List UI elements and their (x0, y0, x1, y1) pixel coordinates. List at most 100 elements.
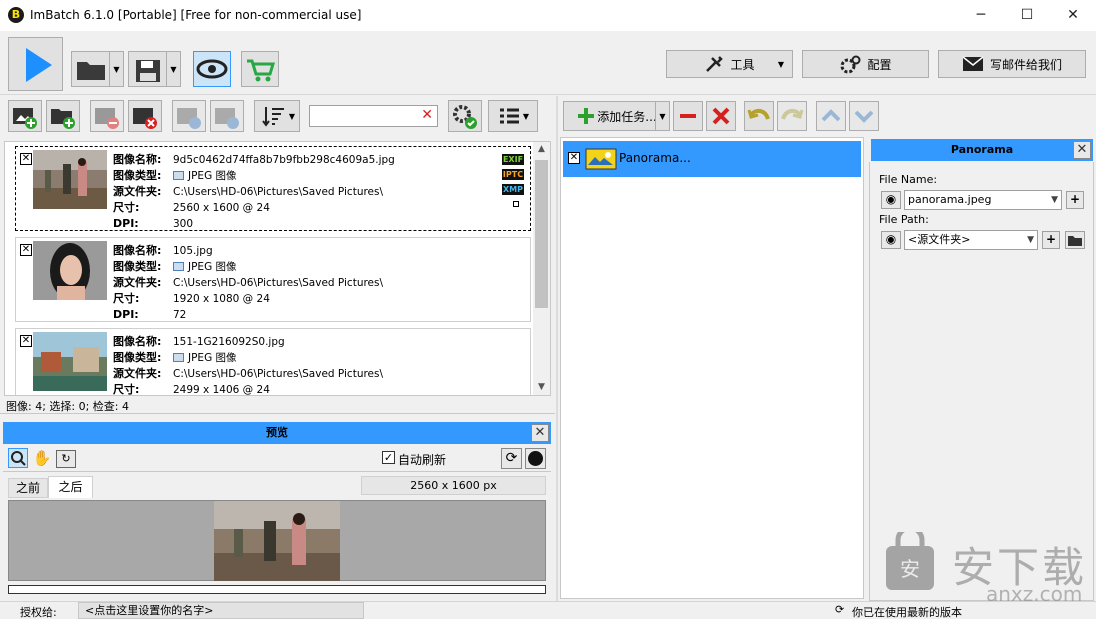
scroll-thumb[interactable] (535, 160, 548, 308)
clear-images-button[interactable] (128, 100, 162, 132)
file-name-macro-button[interactable]: ◉ (881, 191, 901, 209)
image-checkbox[interactable]: ✕ (20, 244, 32, 256)
file-path-macro-button[interactable]: ◉ (881, 231, 901, 249)
image-metadata: 图像名称: 9d5c0462d74ffa8b7b9fbb298c4609a5.jp… (113, 152, 395, 232)
dpi-label: DPI: (113, 217, 139, 230)
auto-refresh-checkbox[interactable]: ✓ (382, 451, 395, 464)
image-name: 9d5c0462d74ffa8b7b9fbb298c4609a5.jpg (173, 154, 395, 166)
chevron-down-icon[interactable]: ▼ (655, 101, 670, 131)
x-icon (712, 107, 730, 125)
tab-before[interactable]: 之前 (8, 478, 48, 498)
chevron-down-icon[interactable]: ▼ (109, 52, 123, 86)
add-folder-button[interactable] (46, 100, 80, 132)
move-task-up-button[interactable] (816, 101, 846, 131)
chevron-down-icon: ▼ (1051, 195, 1058, 205)
gears-icon (840, 55, 861, 74)
image-thumbnail (33, 150, 107, 209)
save-button[interactable]: ▼ (128, 51, 181, 87)
hand-tool-icon[interactable]: ✋ (32, 449, 52, 469)
shop-button[interactable] (241, 51, 279, 87)
image-dpi: 300 (173, 218, 194, 230)
tools-label: 工具 (730, 57, 755, 72)
remove-image-button[interactable] (90, 100, 124, 132)
add-image-button[interactable] (8, 100, 42, 132)
move-down-image-button[interactable] (210, 100, 244, 132)
close-preview-button[interactable]: ✕ (531, 424, 549, 442)
file-name-label: File Name: (879, 173, 938, 186)
move-task-down-button[interactable] (849, 101, 879, 131)
preview-toggle-button[interactable] (193, 51, 231, 87)
redo-button[interactable] (777, 101, 807, 131)
rotate-icon: ↻ (61, 452, 71, 465)
add-file-path-button[interactable]: + (1042, 231, 1060, 249)
preview-header: 预览 ✕ (3, 422, 551, 444)
image-item[interactable]: ✕ 图像名称: 9d5c0462d74ffa8b7b9fbb298c4609a5.… (15, 146, 531, 231)
view-mode-button[interactable]: ▼ (488, 100, 538, 132)
undo-button[interactable] (744, 101, 774, 131)
add-folder-icon (51, 109, 75, 129)
image-metadata: 图像名称: 105.jpg 图像类型: JPEG 图像 源文件夹: C:\Users\… (113, 243, 383, 323)
preview-progress-bar (8, 585, 546, 594)
image-dpi: 72 (173, 309, 187, 321)
gear-check-icon (453, 105, 477, 129)
task-checkbox[interactable]: ✕ (568, 152, 580, 164)
circle-icon (528, 451, 543, 466)
zoom-fit-button[interactable] (8, 448, 28, 468)
window-title: ImBatch 6.1.0 [Portable] [Free for non-c… (30, 8, 362, 22)
open-folder-button[interactable]: ▼ (71, 51, 124, 87)
preview-dimensions: 2560 x 1600 px (361, 476, 546, 495)
image-folder: C:\Users\HD-06\Pictures\Saved Pictures\ (173, 186, 384, 198)
image-checkbox[interactable]: ✕ (20, 335, 32, 347)
play-icon (26, 48, 52, 82)
browse-folder-button[interactable] (1065, 231, 1085, 249)
type-label: 图像类型: (113, 351, 162, 364)
close-window-button[interactable]: ✕ (1050, 0, 1096, 31)
update-check-icon: ⟳ (835, 603, 845, 616)
chevron-down-icon[interactable]: ▼ (166, 52, 180, 86)
config-button[interactable]: 配置 (802, 50, 929, 78)
run-button[interactable] (8, 37, 63, 91)
scroll-up-icon[interactable]: ▲ (533, 144, 550, 154)
refresh-button[interactable]: ⟳ (501, 448, 522, 469)
tab-after[interactable]: 之后 (48, 476, 93, 498)
maximize-button[interactable]: ☐ (1004, 0, 1050, 31)
image-type: JPEG 图像 (188, 170, 237, 182)
license-name-field[interactable]: <点击这里设置你的名字> (78, 602, 364, 619)
task-item[interactable]: ✕ Panorama... (563, 141, 861, 177)
scroll-down-icon[interactable]: ▼ (533, 382, 550, 392)
size-label: 尺寸: (113, 383, 140, 396)
chevron-down-icon: ▼ (1027, 235, 1034, 245)
name-label: 图像名称: (113, 335, 162, 348)
check-images-button[interactable] (448, 100, 482, 132)
tools-button[interactable]: 工具 ▼ (666, 50, 793, 78)
file-name-select[interactable]: panorama.jpeg ▼ (904, 190, 1062, 210)
sort-button[interactable]: ▼ (254, 100, 300, 132)
rotate-button[interactable]: ↻ (56, 450, 76, 468)
image-checkbox[interactable]: ✕ (20, 153, 32, 165)
image-type: JPEG 图像 (188, 261, 237, 273)
add-file-name-button[interactable]: + (1066, 191, 1084, 209)
close-panorama-button[interactable]: ✕ (1073, 141, 1091, 159)
remove-task-button[interactable] (673, 101, 703, 131)
image-item[interactable]: ✕ 图像名称: 105.jpg 图像类型: JPEG 图像 源文件夹: C:\User… (15, 237, 531, 322)
chevron-down-icon: ▼ (522, 111, 530, 121)
image-item[interactable]: ✕ 图像名称: 151-1G216092S0.jpg 图像类型: JPEG 图像 源… (15, 328, 531, 396)
image-status: 图像: 4; 选择: 0; 检查: 4 (6, 400, 130, 413)
file-path-select[interactable]: <源文件夹> ▼ (904, 230, 1038, 250)
eye-icon (196, 59, 228, 79)
clear-search-icon[interactable]: ✕ (421, 107, 433, 123)
image-list-scrollbar[interactable]: ▲ ▼ (533, 142, 550, 395)
email-button[interactable]: 写邮件给我们 (938, 50, 1086, 78)
xmp-badge: XMP (502, 184, 524, 195)
eye-settings-icon: ◉ (885, 192, 897, 206)
image-name: 105.jpg (173, 245, 213, 257)
stop-button[interactable] (525, 448, 546, 469)
splitter[interactable] (556, 96, 558, 601)
clear-tasks-button[interactable] (706, 101, 736, 131)
move-up-image-button[interactable] (172, 100, 206, 132)
add-task-button[interactable]: 添加任务... (563, 101, 669, 131)
preview-canvas[interactable] (8, 500, 546, 581)
search-input[interactable]: ✕ (309, 105, 438, 127)
type-label: 图像类型: (113, 260, 162, 273)
minimize-button[interactable]: ─ (958, 0, 1004, 31)
